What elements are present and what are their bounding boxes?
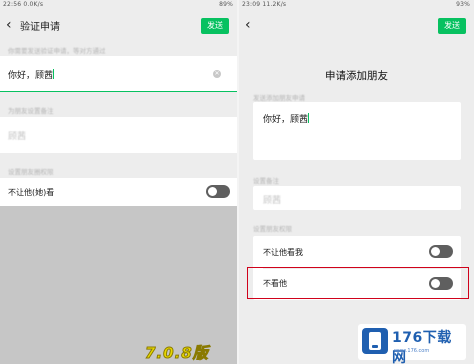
toggle-knob <box>208 187 217 196</box>
remark-value: 顾茜 <box>263 196 282 206</box>
page-title: 验证申请 <box>20 22 60 33</box>
phone-logo-icon <box>362 328 388 354</box>
section-label-remark: 设置备注 <box>253 177 279 185</box>
battery-indicator: 93% <box>456 1 470 8</box>
permission-row[interactable]: 不让他(她)看 <box>0 178 237 206</box>
nav-bar: ‹ 验证申请 发送 <box>0 12 237 38</box>
version-label: 7.0.8版 <box>145 344 209 363</box>
clear-icon[interactable]: ✕ <box>213 70 221 78</box>
message-value: 你好，顾茜 <box>263 113 310 125</box>
permission-row-hide-me[interactable]: 不让他看我 <box>253 236 461 268</box>
watermark: 176下载网 www.176.com <box>358 324 466 364</box>
section-label-permission: 设置朋友圈权限 <box>8 168 54 176</box>
remark-field[interactable]: 顾茜 <box>0 117 237 153</box>
back-arrow-icon[interactable]: ‹ <box>6 16 12 34</box>
watermark-sub: www.176.com <box>394 348 430 354</box>
page-title: 申请添加朋友 <box>325 70 388 82</box>
permission-row-label: 不让他看我 <box>263 248 303 257</box>
highlight-box <box>247 267 469 299</box>
left-screen: 22:56 0.0K/s 89% ‹ 验证申请 发送 你需要发送验证申请，等对方… <box>0 0 237 364</box>
text-cursor <box>308 113 310 123</box>
message-field[interactable]: 你好，顾茜 <box>253 102 461 160</box>
hide-moments-toggle[interactable] <box>206 185 230 198</box>
status-bar: 22:56 0.0K/s 89% <box>0 0 237 10</box>
toggle-knob <box>431 247 440 256</box>
send-button[interactable]: 发送 <box>201 18 229 34</box>
dimmed-area <box>0 206 237 364</box>
phone-home-button <box>372 345 378 348</box>
status-time: 23:09 11.2K/s <box>242 1 287 8</box>
status-time: 22:56 0.0K/s <box>3 1 44 8</box>
section-label-request: 发送添加朋友申请 <box>253 94 305 102</box>
nav-bar: ‹ 发送 <box>239 12 474 38</box>
watermark-text: 176下载网 <box>392 330 452 364</box>
section-label-remark: 为朋友设置备注 <box>8 107 54 115</box>
message-field[interactable]: 你好，顾茜 ✕ <box>0 56 237 92</box>
send-button[interactable]: 发送 <box>438 18 466 34</box>
hide-me-toggle[interactable] <box>429 245 453 258</box>
section-label-permission: 设置朋友权限 <box>253 225 292 233</box>
back-arrow-icon[interactable]: ‹ <box>245 16 251 34</box>
status-bar: 23:09 11.2K/s 93% <box>239 0 474 10</box>
message-value: 你好，顾茜 <box>8 69 55 81</box>
right-screen: 23:09 11.2K/s 93% ‹ 发送 申请添加朋友 发送添加朋友申请 你… <box>239 0 474 364</box>
permission-row-label: 不让他(她)看 <box>8 188 55 197</box>
section-label-request: 你需要发送验证申请，等对方通过 <box>8 47 106 55</box>
text-cursor <box>53 69 55 79</box>
battery-indicator: 89% <box>219 1 233 8</box>
remark-field[interactable]: 顾茜 <box>253 186 461 210</box>
remark-value: 顾茜 <box>8 132 27 142</box>
